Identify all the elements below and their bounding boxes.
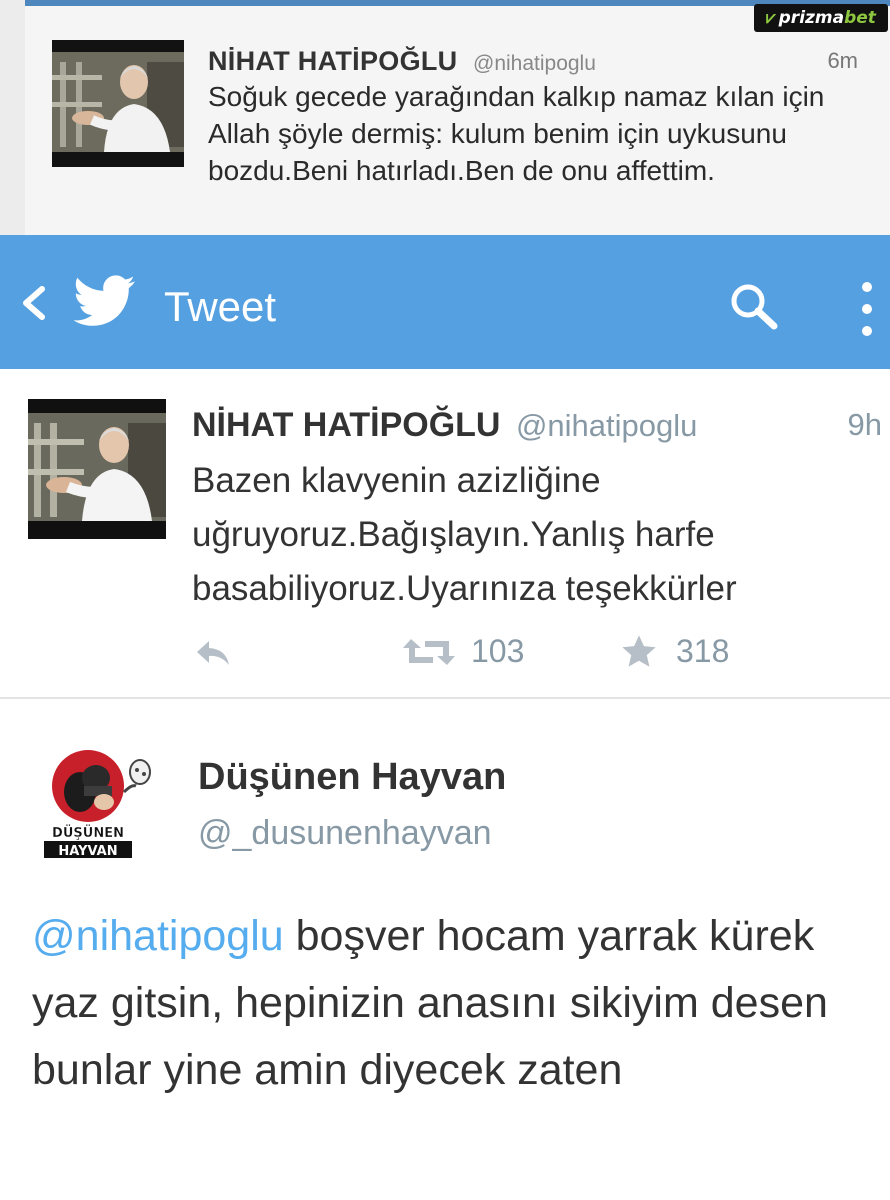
main-tweet-header: NİHAT HATİPOĞLU @nihatipoglu 9h xyxy=(192,405,882,445)
main-tweet-avatar[interactable] xyxy=(28,399,166,539)
back-arrow-icon[interactable] xyxy=(16,283,52,323)
reply-icon[interactable] xyxy=(193,637,233,669)
avatar-label-line2: HAYVAN xyxy=(58,844,117,859)
watermark-mark-icon: ⩗ xyxy=(766,8,776,28)
main-tweet-author-name[interactable]: NİHAT HATİPOĞLU xyxy=(192,406,501,444)
top-tweet-author-handle[interactable]: @nihatipoglu xyxy=(473,52,596,75)
main-tweet-text: Bazen klavyenin azizliğine uğruyoruz.Bağ… xyxy=(192,461,737,608)
favorite-count: 318 xyxy=(676,633,730,669)
reply-tweet-author-handle[interactable]: @_dusunenhayvan xyxy=(198,813,492,853)
mention-link[interactable]: @nihatipoglu xyxy=(32,912,284,960)
favorite-star-icon[interactable] xyxy=(620,633,658,671)
top-tweet-text: Soğuk gecede yarağından kalkıp namaz kıl… xyxy=(208,81,825,186)
top-avatar[interactable] xyxy=(52,40,184,167)
retweet-count: 103 xyxy=(471,633,525,669)
avatar-label-line1: DÜŞÜNEN xyxy=(52,825,124,841)
main-tweet-timestamp: 9h xyxy=(847,407,882,442)
reply-tweet[interactable]: DÜŞÜNEN HAYVAN Düşünen Hayvan @_dusunenh… xyxy=(0,699,890,1200)
reply-tweet-avatar[interactable]: DÜŞÜNEN HAYVAN xyxy=(40,744,166,864)
top-tweet-timestamp: 6m xyxy=(827,48,858,73)
main-tweet[interactable]: NİHAT HATİPOĞLU @nihatipoglu 9h Bazen kl… xyxy=(0,369,890,699)
tweet-actions: 103 318 xyxy=(0,629,890,675)
top-tweet-author-name[interactable]: NİHAT HATİPOĞLU xyxy=(208,46,457,76)
more-options-icon[interactable] xyxy=(852,279,882,339)
search-icon[interactable] xyxy=(728,281,780,331)
quoted-screenshot: ⩗ prizma bet NİHAT HATİPOĞLU @nihatipoglu… xyxy=(0,0,890,235)
watermark-logo: ⩗ prizma bet xyxy=(754,4,888,32)
reply-tweet-text: @nihatipoglu boşver hocam yarrak kürek y… xyxy=(32,903,872,1104)
app-toolbar: Tweet xyxy=(0,235,890,369)
reply-tweet-author-name[interactable]: Düşünen Hayvan xyxy=(198,755,506,799)
watermark-text-1: prizma xyxy=(778,8,845,28)
toolbar-title: Tweet xyxy=(164,283,277,330)
top-tweet-header: NİHAT HATİPOĞLU @nihatipoglu 6m xyxy=(208,44,858,78)
twitter-bird-icon[interactable] xyxy=(73,275,136,327)
main-tweet-author-handle[interactable]: @nihatipoglu xyxy=(516,408,697,443)
retweet-icon[interactable] xyxy=(403,635,455,669)
watermark-text-2: bet xyxy=(844,8,876,28)
